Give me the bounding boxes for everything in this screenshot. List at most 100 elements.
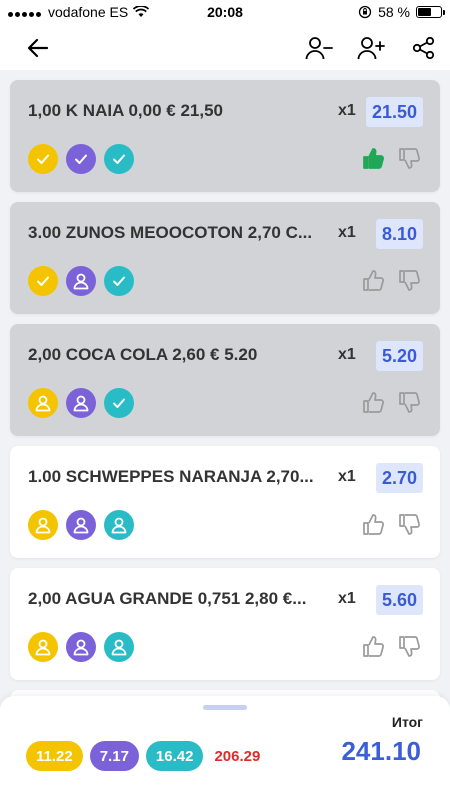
summary-panel: Итог 11.22 7.17 16.42 206.29 241.10 [0,696,450,800]
check-icon [37,276,49,286]
check-icon [113,276,125,286]
user-icon [73,273,89,290]
person-1-toggle[interactable] [28,510,58,540]
back-button[interactable] [22,32,54,64]
add-person-button[interactable] [355,32,387,64]
share-icon [412,36,435,60]
item-name: 2,00 COCA COLA 2,60 € 5.20 [28,345,258,364]
person-3-toggle[interactable] [104,632,134,662]
user-icon [35,395,51,412]
user-icon [73,639,89,656]
check-icon [113,398,125,408]
thumbs-up-icon [363,513,384,535]
remove-person-button[interactable] [303,32,335,64]
person-2-toggle[interactable] [66,266,96,296]
item-card[interactable]: 1,00 K NAIA 0,00 € 21,50 x1 21.50 [10,80,440,192]
person-total-2[interactable]: 7.17 [89,741,139,771]
item-votes [360,266,422,294]
thumbs-down-icon [399,391,420,413]
item-people [28,266,134,296]
thumbs-up-icon [363,269,384,291]
item-quantity[interactable]: x1 [338,102,356,120]
item-name: 1.00 SCHWEPPES NARANJA 2,70... [28,467,314,486]
item-card[interactable]: 3.00 ZUNOS MEOOCOTON 2,70 C... x1 8.10 [10,202,440,314]
orientation-lock-icon [358,5,372,19]
thumbs-down-button[interactable] [396,388,422,416]
person-2-toggle[interactable] [66,144,96,174]
item-quantity[interactable]: x1 [338,468,356,486]
item-card[interactable]: 1.00 SCHWEPPES NARANJA 2,70... x1 2.70 [10,446,440,558]
drag-handle[interactable] [203,705,247,710]
person-3-toggle[interactable] [104,388,134,418]
user-icon [73,395,89,412]
person-2-toggle[interactable] [66,510,96,540]
person-1-toggle[interactable] [28,144,58,174]
status-bar: vodafone ES 20:08 58 % [0,0,450,24]
grand-total: 241.10 [341,736,421,766]
thumbs-up-button[interactable] [360,266,386,294]
carrier-name: vodafone ES [48,4,129,20]
item-people [28,388,134,418]
thumbs-up-button[interactable] [360,144,386,172]
thumbs-up-button[interactable] [360,388,386,416]
user-icon [111,517,127,534]
item-quantity[interactable]: x1 [338,590,356,608]
status-left: vodafone ES [8,4,150,20]
item-name: 3.00 ZUNOS MEOOCOTON 2,70 C... [28,223,313,242]
item-quantity[interactable]: x1 [338,224,356,242]
status-right: 58 % [358,4,445,20]
thumbs-down-icon [399,147,420,169]
user-icon [111,639,127,656]
thumbs-up-icon [363,147,384,169]
person-3-toggle[interactable] [104,144,134,174]
thumbs-down-button[interactable] [396,266,422,294]
item-price[interactable]: 5.20 [375,341,423,371]
person-1-toggle[interactable] [28,266,58,296]
person-total-3[interactable]: 16.42 [145,741,204,771]
item-people [28,632,134,662]
thumbs-down-button[interactable] [396,632,422,660]
item-votes [360,388,422,416]
battery-icon [416,6,445,18]
check-icon [113,154,125,164]
thumbs-down-button[interactable] [396,144,422,172]
add-person-icon [357,37,385,60]
person-1-toggle[interactable] [28,388,58,418]
user-icon [35,639,51,656]
item-votes [360,510,422,538]
thumbs-down-icon [399,513,420,535]
check-icon [37,154,49,164]
person-3-toggle[interactable] [104,266,134,296]
share-button[interactable] [408,32,440,64]
thumbs-up-button[interactable] [360,632,386,660]
remaining-amount: 206.29 [214,747,261,765]
item-name: 2,00 AGUA GRANDE 0,751 2,80 €... [28,589,307,608]
item-votes [360,144,422,172]
nav-bar [0,24,450,70]
wifi-icon [133,6,150,17]
thumbs-up-button[interactable] [360,510,386,538]
item-people [28,144,134,174]
person-1-toggle[interactable] [28,632,58,662]
thumbs-up-icon [363,635,384,657]
item-card[interactable]: 2,00 COCA COLA 2,60 € 5.20 x1 5.20 [10,324,440,436]
person-total-1[interactable]: 11.22 [26,741,83,771]
item-price[interactable]: 5.60 [375,585,423,615]
signal-icon [8,4,43,20]
item-card[interactable]: 2,00 AGUA GRANDE 0,751 2,80 €... x1 5.60 [10,568,440,680]
user-icon [35,517,51,534]
item-votes [360,632,422,660]
item-quantity[interactable]: x1 [338,346,356,364]
remove-person-icon [305,37,333,60]
arrow-left-icon [27,38,49,58]
person-2-toggle[interactable] [66,388,96,418]
item-price[interactable]: 8.10 [375,219,423,249]
person-2-toggle[interactable] [66,632,96,662]
item-price[interactable]: 2.70 [375,463,423,493]
item-price[interactable]: 21.50 [365,97,423,127]
item-people [28,510,134,540]
thumbs-up-icon [363,391,384,413]
thumbs-down-button[interactable] [396,510,422,538]
thumbs-down-icon [399,269,420,291]
person-3-toggle[interactable] [104,510,134,540]
